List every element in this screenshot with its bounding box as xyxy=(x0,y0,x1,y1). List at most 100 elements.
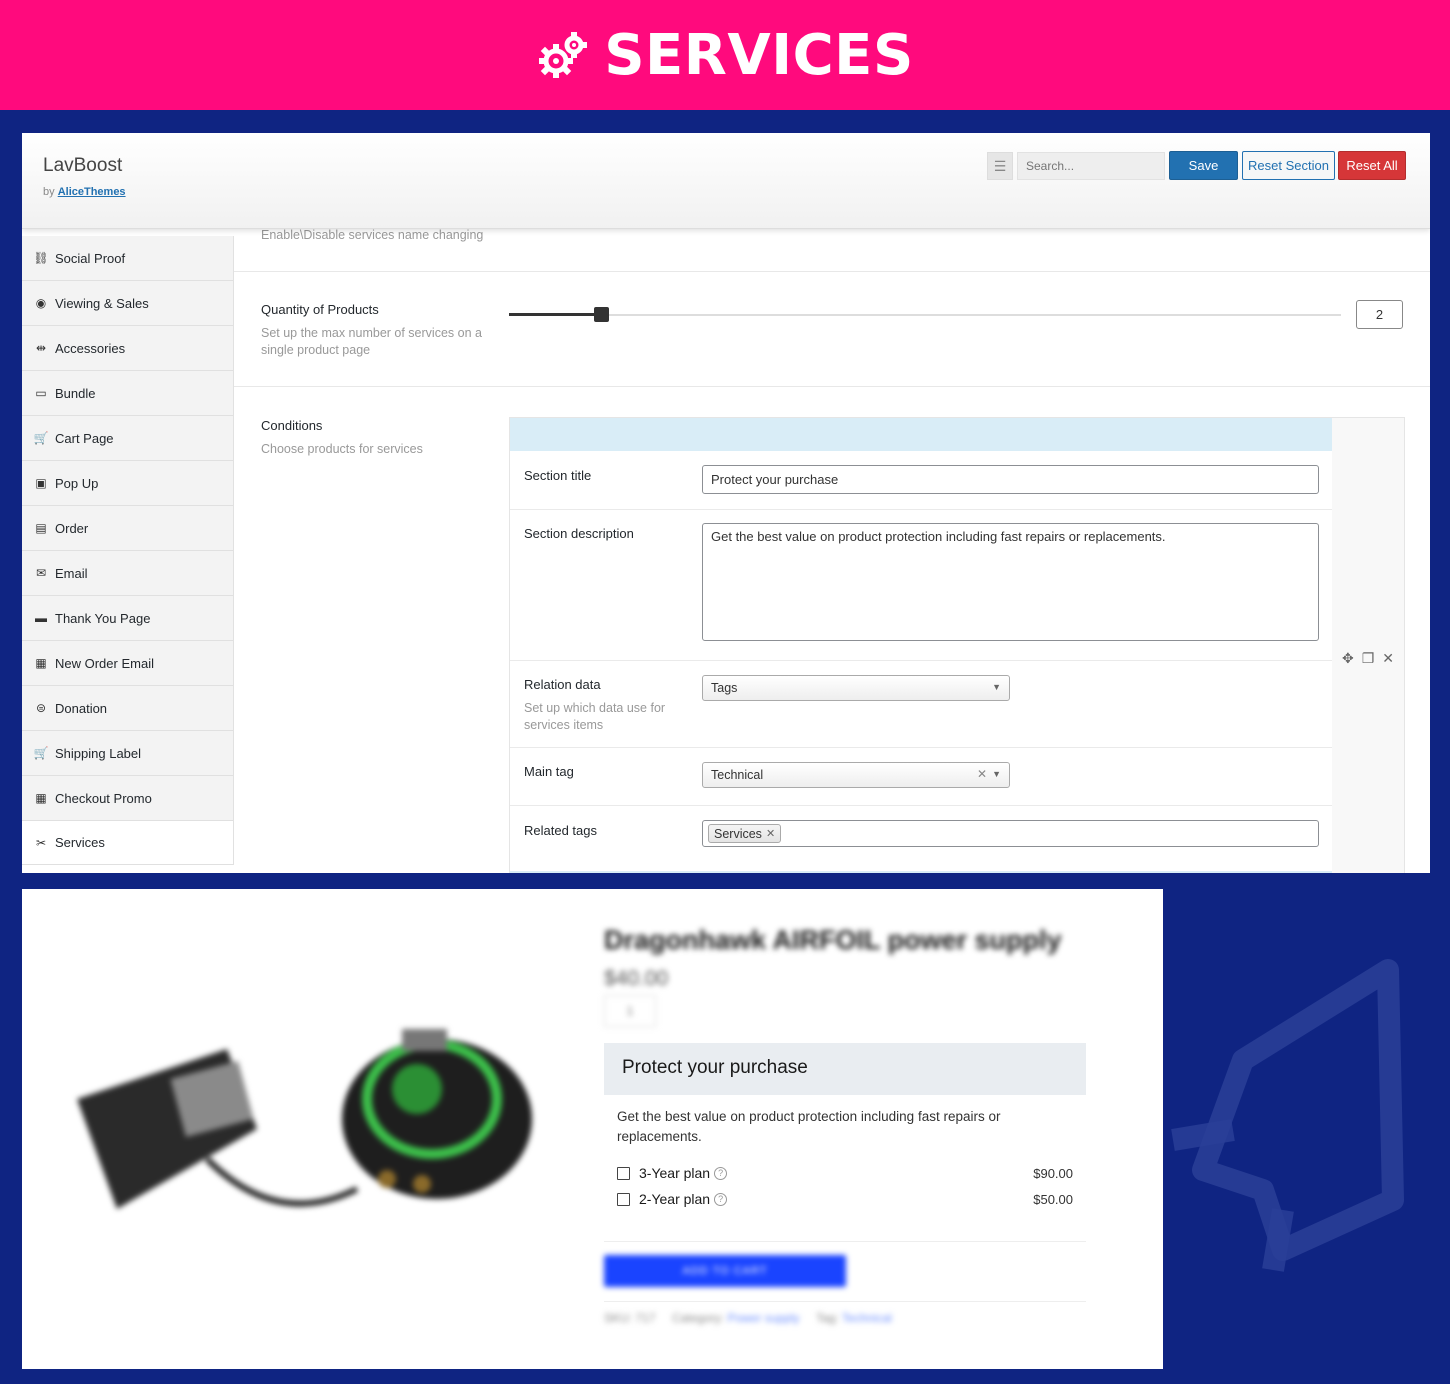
conditions-repeater: Section title Protect your purchase Sect… xyxy=(509,417,1405,873)
sidebar-item-donation[interactable]: ⊜ Donation xyxy=(22,686,233,731)
sidebar-item-label: Accessories xyxy=(55,340,126,356)
repeater-tools: ✥ ❐ ✕ xyxy=(1342,650,1394,667)
sidebar-item-email[interactable]: ✉ Email xyxy=(22,551,233,596)
sidebar-item-checkout-promo[interactable]: ▦ Checkout Promo xyxy=(22,776,233,821)
section-description-textarea[interactable]: Get the best value on product protection… xyxy=(702,523,1319,641)
quantity-input[interactable]: 2 xyxy=(1356,300,1403,329)
quantity-title: Quantity of Products xyxy=(261,302,379,317)
sidebar-item-label: Cart Page xyxy=(55,430,114,446)
envelope-icon: ✉ xyxy=(35,566,47,580)
clone-icon[interactable]: ❐ xyxy=(1362,650,1375,667)
relation-data-label: Relation data xyxy=(524,677,601,692)
quantity-field[interactable]: 1 xyxy=(604,995,656,1027)
section-description-label: Section description xyxy=(524,526,634,541)
expand-menu-button[interactable]: ☰ xyxy=(987,152,1013,180)
relation-data-select[interactable]: Tags ▼ xyxy=(702,675,1010,701)
popup-icon: ▣ xyxy=(35,476,47,490)
document-icon: ▤ xyxy=(35,521,47,535)
reset-section-button[interactable]: Reset Section xyxy=(1242,151,1335,180)
settings-sidebar: ⛓ Social Proof ◉ Viewing & Sales ⇹ Accessor… xyxy=(22,236,234,865)
sidebar-item-label: Bundle xyxy=(55,385,96,401)
store-icon: ▦ xyxy=(35,656,47,670)
category-label: Category: xyxy=(672,1311,725,1325)
page-banner: SERVICES xyxy=(0,0,1450,110)
sidebar-item-services[interactable]: ✂ Services xyxy=(22,821,233,865)
repeater-item-header[interactable] xyxy=(510,418,1332,451)
related-tags-input[interactable]: Services ✕ xyxy=(702,820,1319,847)
name-changing-hint: Enable\Disable services name changing xyxy=(261,228,484,242)
save-button[interactable]: Save xyxy=(1169,151,1238,180)
sidebar-item-order[interactable]: ▤ Order xyxy=(22,506,233,551)
reset-all-button[interactable]: Reset All xyxy=(1338,151,1406,180)
laptop-icon: ▭ xyxy=(35,386,47,400)
sidebar-item-label: Pop Up xyxy=(55,475,99,491)
sidebar-item-social-proof[interactable]: ⛓ Social Proof xyxy=(22,236,233,281)
sidebar-item-label: Services xyxy=(55,835,105,850)
author-link[interactable]: AliceThemes xyxy=(58,186,126,198)
relation-data-subtitle: Set up which data use for services items xyxy=(524,701,666,732)
search-input[interactable] xyxy=(1017,152,1165,180)
repeater-next-item-header[interactable] xyxy=(510,871,1332,873)
quantity-subtitle: Set up the max number of services on a s… xyxy=(261,326,482,357)
sidebar-item-bundle[interactable]: ▭ Bundle xyxy=(22,371,233,416)
usb-icon: ⇹ xyxy=(35,341,47,355)
tag-chip-label: Services xyxy=(714,826,762,841)
social-proof-icon: ⛓ xyxy=(33,251,49,265)
cart-icon: 🛒 xyxy=(33,746,49,760)
close-icon[interactable]: ✕ xyxy=(1382,650,1394,667)
tag-label: Tag: xyxy=(815,1311,839,1325)
add-to-cart-button[interactable]: ADD TO CART xyxy=(604,1255,846,1287)
sidebar-item-accessories[interactable]: ⇹ Accessories xyxy=(22,326,233,371)
store-icon: ▦ xyxy=(35,791,47,805)
plan-option[interactable]: 2-Year plan ? $50.00 xyxy=(617,1189,1073,1209)
help-icon[interactable]: ? xyxy=(714,1166,728,1180)
conditions-subtitle: Choose products for services xyxy=(261,442,423,456)
main-tag-select[interactable]: Technical ✕ ▼ xyxy=(702,762,1010,788)
protect-title: Protect your purchase xyxy=(622,1057,808,1078)
help-icon[interactable]: ? xyxy=(714,1192,728,1206)
plan-checkbox[interactable] xyxy=(617,1166,630,1180)
protect-header: Protect your purchase xyxy=(604,1043,1086,1095)
category-link[interactable]: Power supply xyxy=(727,1311,799,1325)
plan-option[interactable]: 3-Year plan ? $90.00 xyxy=(617,1163,1073,1183)
tools-icon: ✂ xyxy=(35,835,47,850)
remove-tag-icon[interactable]: ✕ xyxy=(766,827,775,840)
sidebar-item-label: Checkout Promo xyxy=(55,790,152,806)
sidebar-item-pop-up[interactable]: ▣ Pop Up xyxy=(22,461,233,506)
sidebar-item-shipping-label[interactable]: 🛒 Shipping Label xyxy=(22,731,233,776)
sidebar-item-cart-page[interactable]: 🛒 Cart Page xyxy=(22,416,233,461)
eye-icon: ◉ xyxy=(35,296,47,310)
section-title-input[interactable]: Protect your purchase xyxy=(702,465,1319,494)
sidebar-item-viewing-sales[interactable]: ◉ Viewing & Sales xyxy=(22,281,233,326)
row-divider xyxy=(510,805,1332,806)
slider-handle[interactable] xyxy=(594,307,609,322)
sidebar-item-label: Order xyxy=(55,520,89,536)
move-icon[interactable]: ✥ xyxy=(1342,650,1354,667)
row-divider xyxy=(510,509,1332,510)
sidebar-item-new-order-email[interactable]: ▦ New Order Email xyxy=(22,641,233,686)
quantity-slider[interactable] xyxy=(509,307,1341,322)
product-title: Dragonhawk AIRFOIL power supply xyxy=(604,925,1062,955)
banner-title: SERVICES xyxy=(604,22,914,88)
settings-content: Enable\Disable services name changing Qu… xyxy=(234,228,1430,873)
plan-checkbox[interactable] xyxy=(617,1192,630,1206)
slider-fill xyxy=(509,313,601,316)
plan-name: 3-Year plan xyxy=(639,1165,711,1181)
row-divider xyxy=(510,747,1332,748)
sidebar-item-label: Viewing & Sales xyxy=(55,295,149,311)
admin-panel: LavBoost by AliceThemes ☰ Save Reset Sec… xyxy=(22,133,1430,873)
admin-header: LavBoost by AliceThemes ☰ Save Reset Sec… xyxy=(22,133,1430,229)
related-tags-label: Related tags xyxy=(524,823,597,838)
product-meta: SKU: 717 Category: Power supply Tag: Tec… xyxy=(604,1311,892,1325)
byline-prefix: by xyxy=(43,186,55,198)
clear-icon[interactable]: ✕ xyxy=(977,767,987,781)
tag-chip: Services ✕ xyxy=(708,824,782,843)
main-tag-value: Technical xyxy=(711,768,764,782)
sidebar-item-thank-you-page[interactable]: ▬ Thank You Page xyxy=(22,596,233,641)
conditions-title: Conditions xyxy=(261,418,323,433)
product-price: $40.00 xyxy=(604,967,669,990)
sidebar-item-label: Thank You Page xyxy=(55,610,151,626)
product-preview: Dragonhawk AIRFOIL power supply $40.00 1… xyxy=(22,889,1163,1369)
tag-link[interactable]: Technical xyxy=(842,1311,892,1325)
plan-name: 2-Year plan xyxy=(639,1191,711,1207)
